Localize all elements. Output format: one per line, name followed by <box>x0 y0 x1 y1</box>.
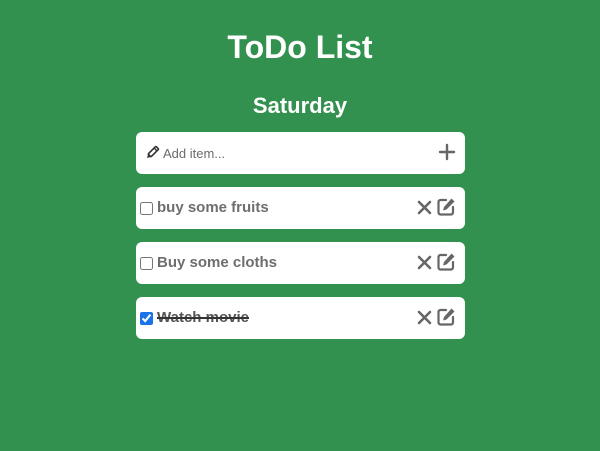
todo-label: buy some fruits <box>157 199 269 216</box>
x-icon <box>417 255 432 270</box>
day-title: Saturday <box>252 93 348 118</box>
todo-label: Buy some cloths <box>157 254 278 271</box>
todo-checkbox[interactable] <box>140 257 153 270</box>
delete-button[interactable] <box>417 310 432 325</box>
edit-button[interactable] <box>436 197 456 217</box>
delete-button[interactable] <box>417 200 432 215</box>
add-item-button[interactable] <box>438 143 456 161</box>
todo-item: Buy some cloths <box>136 242 465 284</box>
todo-label: Watch movie <box>157 309 249 326</box>
delete-button[interactable] <box>417 255 432 270</box>
edit-button[interactable] <box>436 252 456 272</box>
todo-app: ToDo List Saturday buy some fruits <box>0 0 600 451</box>
edit-icon <box>437 198 455 216</box>
edit-button[interactable] <box>436 307 456 327</box>
pencil-icon <box>144 145 160 161</box>
x-icon <box>417 200 432 215</box>
add-item-input[interactable] <box>163 141 423 165</box>
todo-checkbox[interactable] <box>140 312 153 325</box>
todo-item: buy some fruits <box>136 187 465 229</box>
add-item-bar <box>136 132 465 174</box>
todo-item: Watch movie <box>136 297 465 339</box>
plus-icon <box>438 143 456 161</box>
edit-icon <box>437 253 455 271</box>
todo-checkbox[interactable] <box>140 202 153 215</box>
x-icon <box>417 310 432 325</box>
edit-icon <box>437 308 455 326</box>
app-title: ToDo List <box>227 29 373 65</box>
